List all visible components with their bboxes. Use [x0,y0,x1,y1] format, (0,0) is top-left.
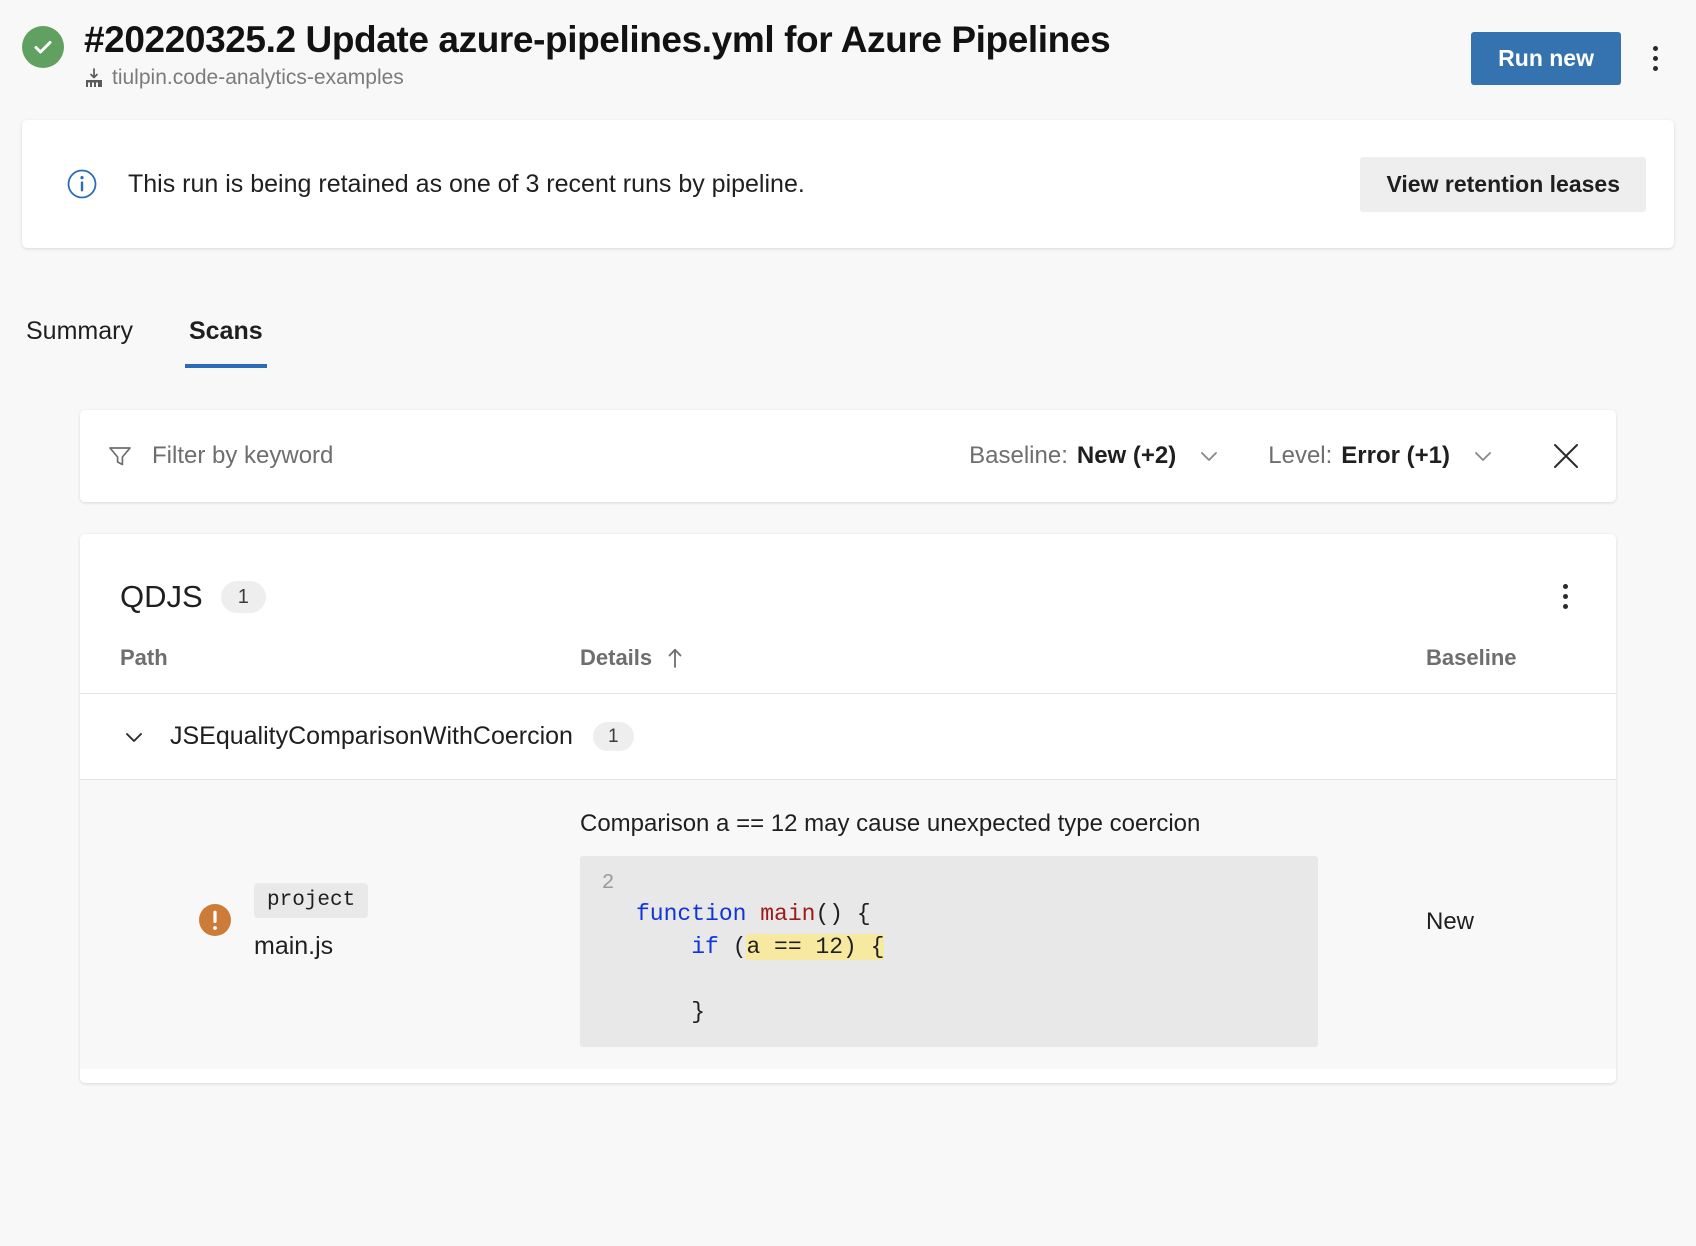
column-header-details[interactable]: Details [580,645,1426,671]
sort-ascending-arrow-icon [665,646,685,670]
column-header-baseline[interactable]: Baseline [1426,645,1576,671]
column-header-path[interactable]: Path [120,645,580,671]
tab-scans[interactable]: Scans [184,317,267,368]
scan-tool-name: QDJS [120,578,203,614]
issue-path-stack: project main.js [254,883,369,961]
retention-banner: This run is being retained as one of 3 r… [22,120,1674,248]
level-filter-value: Error (+1) [1341,442,1450,469]
scan-tool-header: QDJS 1 [80,534,1616,645]
repo-name: tiulpin.code-analytics-examples [112,65,404,89]
column-header-details-label: Details [580,645,653,670]
code-keyword-if: if [691,933,719,960]
page-header: #20220325.2 Update azure-pipelines.yml f… [0,0,1696,112]
header-texts: #20220325.2 Update azure-pipelines.yml f… [84,18,1471,90]
chevron-down-icon [1196,443,1222,469]
issue-path-cell: project main.js [120,798,580,1047]
chevron-down-icon [1470,443,1496,469]
code-keyword-function: function [636,901,747,927]
inspection-group-count-badge: 1 [592,722,634,751]
header-actions: Run new [1471,32,1670,85]
page-title: #20220325.2 Update azure-pipelines.yml f… [84,19,1111,60]
level-filter-dropdown[interactable]: Level: Error (+1) [1268,442,1496,470]
code-identifier-main: main [760,901,816,927]
kebab-menu-icon[interactable] [1555,578,1576,615]
content-area: Filter by keyword Baseline: New (+2) Lev… [0,410,1696,1083]
baseline-filter-dropdown[interactable]: Baseline: New (+2) [969,442,1222,470]
inspection-group-label: JSEqualityComparisonWithCoercion [170,722,573,750]
filter-bar: Filter by keyword Baseline: New (+2) Lev… [80,410,1616,502]
close-icon[interactable] [1544,434,1588,478]
code-line4: } [636,998,706,1025]
baseline-filter-label: Baseline: [969,442,1068,469]
results-table-header: Path Details Baseline [80,645,1616,694]
code-content: function main() { if (a == 12) { } [636,870,1318,1029]
issue-file-name: main.js [254,932,334,961]
tab-summary[interactable]: Summary [22,317,137,368]
run-new-button[interactable]: Run new [1471,32,1621,85]
inspection-group-row[interactable]: JSEqualityComparisonWithCoercion 1 [80,694,1616,780]
issue-details-cell: Comparison a == 12 may cause unexpected … [580,798,1426,1047]
filter-keyword-placeholder: Filter by keyword [152,442,334,469]
retention-message: This run is being retained as one of 3 r… [128,169,805,198]
issue-code-snippet: 2 function main() { if (a == 12) { } [580,856,1318,1047]
code-line2-pre: ( [718,933,747,960]
check-circle-icon [22,26,64,68]
pipeline-repo-icon [84,67,104,88]
view-retention-leases-button[interactable]: View retention leases [1360,156,1646,212]
scan-results-card: QDJS 1 Path Details Baseline JSEqualityC… [80,534,1616,1083]
issue-baseline-value: New [1426,908,1475,936]
level-filter-label: Level: [1268,442,1333,469]
table-row[interactable]: project main.js Comparison a == 12 may c… [80,780,1616,1069]
kebab-menu-icon[interactable] [1645,40,1666,77]
code-line1-rest: () { [815,901,871,927]
funnel-icon [106,442,134,470]
baseline-filter-value: New (+2) [1076,442,1177,469]
code-highlighted-expression: a == 12) { [746,933,885,960]
repo-breadcrumb[interactable]: tiulpin.code-analytics-examples [84,66,1471,90]
issue-message: Comparison a == 12 may cause unexpected … [580,810,1201,837]
tab-bar: Summary Scans [0,296,1696,368]
info-circle-icon [66,168,98,200]
chevron-down-icon[interactable] [120,723,148,751]
issue-scope-tag: project [254,883,369,919]
scan-tool-count-badge: 1 [220,580,266,613]
code-line-number: 2 [601,872,615,895]
error-exclamation-icon [198,903,232,942]
filter-keyword-field[interactable]: Filter by keyword [106,442,923,470]
